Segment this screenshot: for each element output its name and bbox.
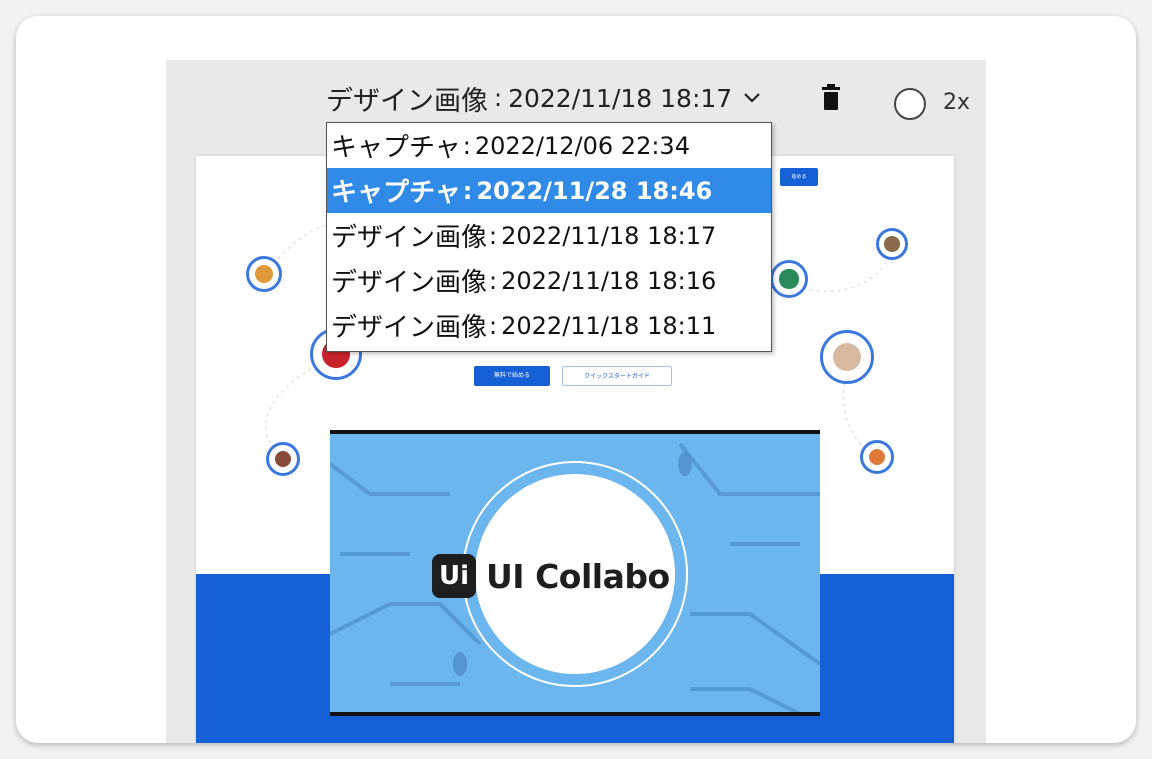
option-type: デザイン画像 bbox=[331, 223, 488, 253]
version-dropdown[interactable]: キャプチャ : 2022/12/06 22:34 キャプチャ : 2022/11… bbox=[326, 122, 772, 352]
trash-icon[interactable] bbox=[821, 84, 841, 110]
screenshot-card: デザイン画像 : 2022/11/18 18:17 2x 始める 無料で始める … bbox=[16, 16, 1136, 743]
option-separator: : bbox=[489, 266, 498, 295]
preview-primary-button: 無料で始める bbox=[474, 366, 550, 386]
version-option[interactable]: デザイン画像 : 2022/11/18 18:11 bbox=[327, 303, 771, 348]
version-option[interactable]: デザイン画像 : 2022/11/18 18:17 bbox=[327, 213, 771, 258]
version-select[interactable]: デザイン画像 : 2022/11/18 18:17 bbox=[326, 78, 762, 118]
version-option-selected[interactable]: キャプチャ : 2022/11/28 18:46 bbox=[327, 168, 771, 213]
version-option[interactable]: キャプチャ : 2022/12/06 22:34 bbox=[327, 123, 771, 168]
zoom-2x-radio[interactable] bbox=[894, 88, 926, 120]
option-separator: : bbox=[489, 221, 498, 250]
option-type: キャプチャ bbox=[331, 178, 461, 208]
option-date: 2022/11/18 18:17 bbox=[501, 221, 717, 250]
option-type: デザイン画像 bbox=[331, 313, 488, 343]
option-date: 2022/11/18 18:11 bbox=[501, 311, 717, 340]
version-option[interactable]: デザイン画像 : 2022/11/18 18:16 bbox=[327, 258, 771, 303]
option-date: 2022/11/28 18:46 bbox=[476, 176, 713, 205]
logo-text: UI Collabo bbox=[486, 556, 670, 596]
option-type: デザイン画像 bbox=[331, 268, 488, 298]
version-select-date: 2022/11/18 18:17 bbox=[508, 83, 733, 113]
option-date: 2022/11/18 18:16 bbox=[501, 266, 717, 295]
logo-mark: Ui bbox=[432, 554, 476, 598]
version-select-type: デザイン画像 bbox=[326, 85, 488, 117]
option-date: 2022/12/06 22:34 bbox=[474, 131, 690, 160]
avatar bbox=[770, 260, 808, 298]
avatar bbox=[820, 330, 874, 384]
preview-secondary-button: クイックスタートガイド bbox=[562, 366, 672, 386]
avatar bbox=[860, 440, 894, 474]
option-separator: : bbox=[489, 311, 498, 340]
avatar bbox=[266, 442, 300, 476]
video-thumbnail: Ui UI Collabo bbox=[330, 430, 820, 716]
option-separator: : bbox=[462, 131, 471, 160]
preview-panel: デザイン画像 : 2022/11/18 18:17 2x 始める 無料で始める … bbox=[166, 60, 986, 743]
zoom-label: 2x bbox=[943, 90, 971, 115]
avatar bbox=[246, 256, 282, 292]
ui-collabo-logo: Ui UI Collabo bbox=[432, 551, 670, 601]
chevron-down-icon bbox=[744, 93, 760, 103]
avatar bbox=[876, 228, 908, 260]
option-type: キャプチャ bbox=[331, 133, 461, 163]
version-select-separator: : bbox=[494, 84, 503, 112]
option-separator: : bbox=[462, 176, 473, 205]
preview-top-button: 始める bbox=[780, 168, 818, 186]
